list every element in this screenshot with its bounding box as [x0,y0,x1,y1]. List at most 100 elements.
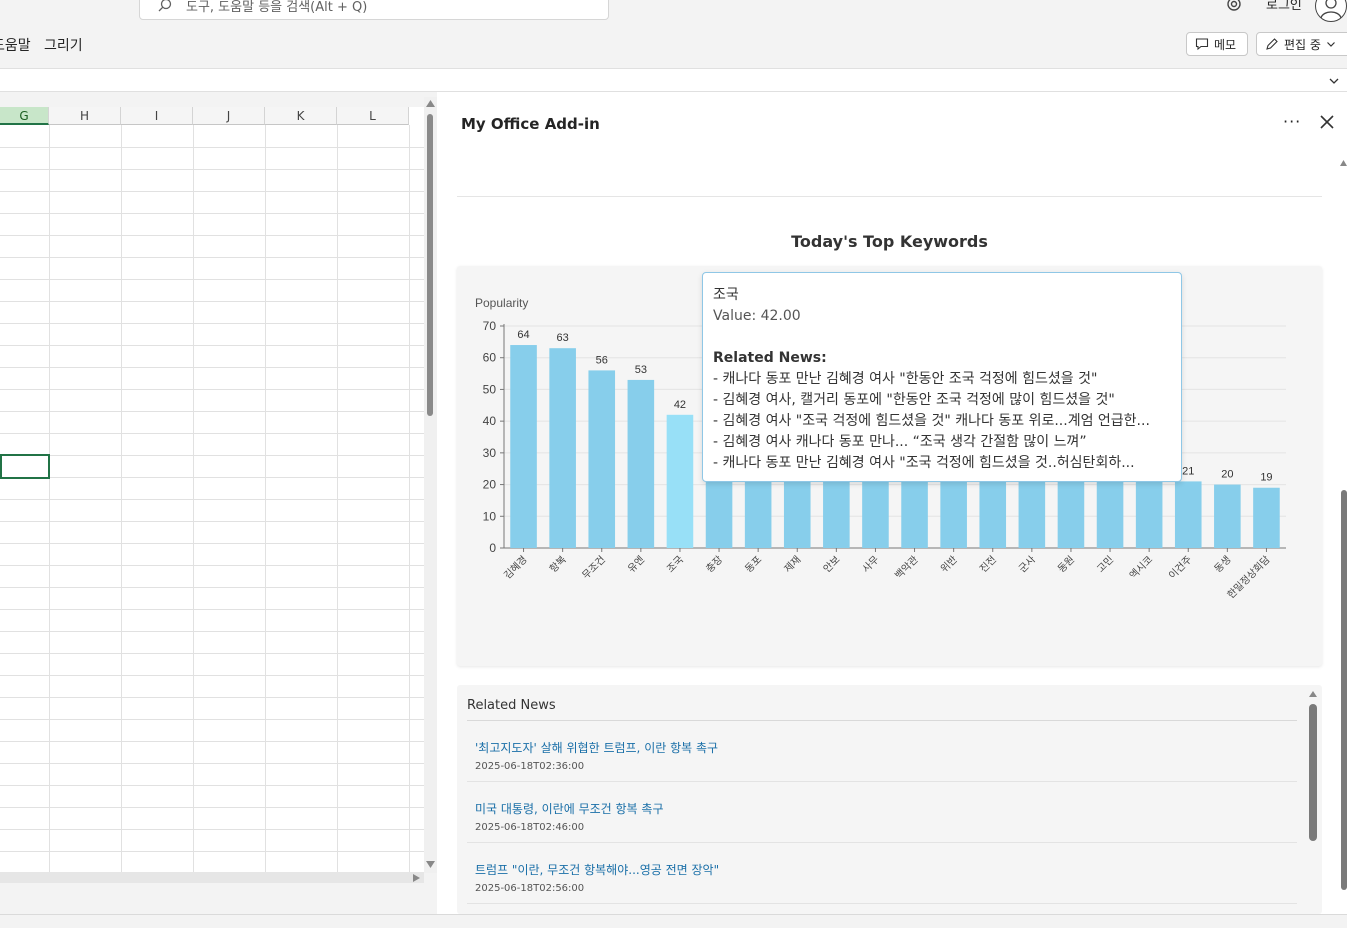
pane-divider [457,196,1322,197]
scroll-down-icon[interactable] [426,861,435,868]
news-item[interactable]: '최고지도자' 살해 위협한 트럼프, 이란 항복 촉구 2025-06-18T… [467,721,1297,782]
expand-formula-bar-icon[interactable] [1328,75,1340,87]
x-tick-label: 동포 [743,554,765,576]
x-tick-label: 동생 [1212,554,1234,576]
column-header-h[interactable]: H [49,107,121,125]
pencil-icon [1266,38,1278,50]
y-tick-label: 70 [483,319,497,333]
y-tick-label: 60 [483,351,497,365]
grid-row-line [0,697,424,698]
scroll-up-icon[interactable] [1340,160,1347,166]
spreadsheet-grid[interactable]: G H I J K L [0,107,424,872]
news-date: 2025-06-18T02:46:00 [475,822,585,833]
grid-row-line [0,323,424,324]
x-tick-label: 고민 [1095,554,1117,576]
column-header-l[interactable]: L [337,107,409,125]
search-input[interactable]: 도구, 도움말 등을 검색(Alt + Q) [139,0,609,20]
grid-column-line [193,125,194,872]
bar [549,348,576,548]
avatar[interactable] [1315,0,1347,22]
grid-row-line [0,147,424,148]
chart-tooltip: 조국 Value: 42.00 Related News: - 캐나다 동포 만… [702,272,1182,482]
bar [1174,481,1202,548]
news-item[interactable]: 미국 대통령, 이란에 무조건 항복 촉구 2025-06-18T02:46:0… [467,782,1297,843]
column-header-g[interactable]: G [0,107,49,125]
x-tick-label: 조국 [665,554,687,576]
search-icon [158,0,172,12]
grid-row-line [0,477,424,478]
grid-row-line [0,235,424,236]
y-tick-label: 30 [483,446,497,460]
bar-value-label: 56 [596,354,608,366]
grid-row-line [0,499,424,500]
grid-row-line [0,455,424,456]
x-tick-label: 제재 [782,554,804,576]
y-tick-label: 20 [483,478,497,492]
grid-column-line [49,125,50,872]
gear-icon[interactable] [1224,0,1244,14]
grid-row-line [0,631,424,632]
bar-value-label: 21 [1182,465,1194,477]
bar-value-label: 20 [1221,469,1233,481]
x-tick-label: 유엔 [625,554,647,576]
news-item[interactable]: 트럼프 "이란, 무조건 항복해야...영공 전면 장악" 2025-06-18… [467,843,1297,904]
pane-scrollbar-thumb[interactable] [1341,490,1347,890]
grid-row-line [0,565,424,566]
news-scrollbar-thumb[interactable] [1309,704,1317,841]
close-icon[interactable] [1318,113,1336,131]
grid-row-line [0,345,424,346]
edit-mode-label: 편집 중 [1284,37,1321,52]
scroll-up-icon[interactable] [1309,691,1317,697]
news-link[interactable]: '최고지도자' 살해 위협한 트럼프, 이란 항복 촉구 [475,739,718,756]
grid-row-line [0,763,424,764]
vertical-scrollbar-thumb[interactable] [427,114,433,416]
y-tick-label: 0 [489,541,496,555]
news-link[interactable]: 미국 대통령, 이란에 무조건 항복 촉구 [475,800,664,817]
horizontal-scrollbar[interactable] [0,872,424,883]
bar [666,414,694,548]
memo-button[interactable]: 메모 [1186,32,1248,56]
column-header-j[interactable]: J [193,107,265,125]
grid-row-line [0,851,424,852]
tooltip-news-item: - 김혜경 여사 캐나다 동포 만나... “조국 생각 간절함 많이 느껴” [713,434,1087,450]
grid-row-line [0,829,424,830]
tab-help[interactable]: 도움말 [0,35,31,55]
chart-title: Today's Top Keywords [791,232,988,251]
grid-row-line [0,719,424,720]
grid-row-line [0,191,424,192]
login-button[interactable]: 로그인 [1266,0,1302,13]
scroll-up-icon[interactable] [426,100,435,107]
selected-cell[interactable] [0,454,50,479]
grid-column-line [337,125,338,872]
grid-row-line [0,521,424,522]
column-header-i[interactable]: I [121,107,193,125]
scroll-right-icon[interactable] [413,874,420,882]
x-tick-label: 안보 [821,554,843,576]
bar [1214,484,1241,548]
grid-column-line [121,125,122,872]
tooltip-news-item: - 캐나다 동포 만난 김혜경 여사 "조국 걱정에 힘드셨을 것..허심탄회하… [713,455,1135,471]
news-date: 2025-06-18T02:56:00 [475,883,585,894]
memo-label: 메모 [1214,37,1237,52]
x-tick-label: 사무 [860,554,882,576]
tooltip-news-item: - 김혜경 여사 "조국 걱정에 힘드셨을 것" 캐나다 동포 위로...계엄 … [713,413,1150,429]
editing-mode-button[interactable]: 편집 중 [1256,32,1347,56]
grid-row-line [0,389,424,390]
column-header-k[interactable]: K [265,107,337,125]
more-options-button[interactable]: ··· [1283,112,1301,131]
news-link[interactable]: 트럼프 "이란, 무조건 항복해야...영공 전면 장악" [475,861,719,878]
formula-bar[interactable] [0,68,1347,92]
grid-row-line [0,213,424,214]
tooltip-keyword: 조국 [713,287,739,303]
grid-row-line [0,785,424,786]
related-news-title: Related News [467,698,556,713]
bar-value-label: 63 [557,332,569,344]
tab-draw[interactable]: 그리기 [44,35,83,55]
x-tick-label: 백악관 [893,554,921,582]
grid-column-line [409,125,410,872]
grid-row-line [0,587,424,588]
x-tick-label: 무조건 [580,554,608,582]
bar [1253,487,1280,548]
bar [1135,471,1163,548]
grid-row-line [0,279,424,280]
